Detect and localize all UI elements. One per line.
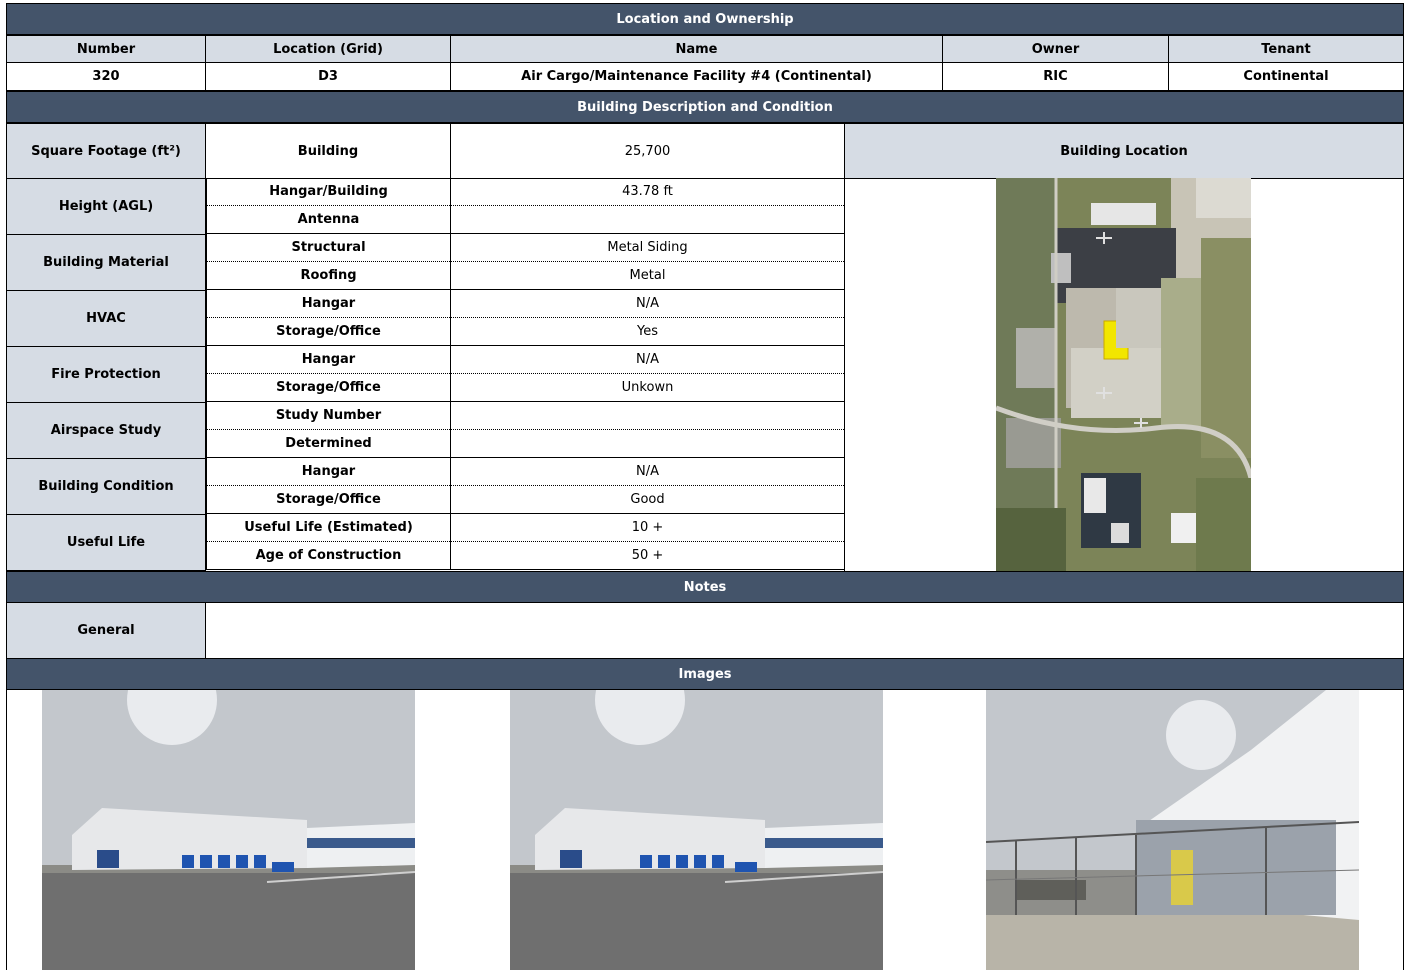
- row-sub-label: Structural: [206, 234, 450, 262]
- facility-photo-1: [42, 690, 415, 970]
- row-value: N/A: [450, 458, 844, 486]
- facility-photo-2: [510, 690, 883, 970]
- row-value: 50 +: [450, 542, 844, 570]
- row-value: Yes: [450, 318, 844, 346]
- row-value: 43.78 ft: [450, 178, 844, 206]
- section-header-images: Images: [6, 658, 1404, 690]
- row-value: 10 +: [450, 514, 844, 542]
- row-value: Unkown: [450, 374, 844, 402]
- row-sub-label: Hangar: [206, 458, 450, 486]
- row-value: Metal: [450, 262, 844, 290]
- row-sub-label: Roofing: [206, 262, 450, 290]
- col-header-name: Name: [450, 35, 943, 63]
- row-value: [450, 402, 844, 430]
- row-label: Building Material: [6, 234, 206, 291]
- value-owner: RIC: [942, 62, 1169, 91]
- value-number: 320: [6, 62, 206, 91]
- row-label: Building Condition: [6, 458, 206, 515]
- row-label: Height (AGL): [6, 178, 206, 235]
- row-sub-label: Determined: [206, 430, 450, 458]
- row-value: [450, 430, 844, 458]
- label-general: General: [6, 602, 206, 659]
- row-sub-label: Storage/Office: [206, 374, 450, 402]
- col-header-number: Number: [6, 35, 206, 63]
- section-header-notes: Notes: [6, 571, 1404, 603]
- row-label: Useful Life: [6, 514, 206, 571]
- col-header-owner: Owner: [942, 35, 1169, 63]
- row-sub-label: Hangar: [206, 290, 450, 318]
- label-square-footage: Square Footage (ft²): [6, 123, 206, 179]
- row-value: Good: [450, 486, 844, 514]
- section-header-description: Building Description and Condition: [6, 91, 1404, 123]
- col-header-location-grid: Location (Grid): [205, 35, 451, 63]
- row-value: N/A: [450, 346, 844, 374]
- section-header-location: Location and Ownership: [6, 3, 1404, 35]
- value-square-footage: 25,700: [450, 123, 845, 179]
- building-location-label: Building Location: [844, 123, 1404, 179]
- col-header-tenant: Tenant: [1168, 35, 1404, 63]
- row-sub-label: Age of Construction: [206, 542, 450, 570]
- row-sub-label: Storage/Office: [206, 486, 450, 514]
- row-sub-label: Hangar: [206, 346, 450, 374]
- facility-photo-3: [986, 690, 1359, 970]
- row-value: Metal Siding: [450, 234, 844, 262]
- value-name: Air Cargo/Maintenance Facility #4 (Conti…: [450, 62, 943, 91]
- row-sub-label: Antenna: [206, 206, 450, 234]
- sub-building: Building: [205, 123, 451, 179]
- row-label: Airspace Study: [6, 402, 206, 459]
- row-label: Fire Protection: [6, 346, 206, 403]
- row-sub-label: Study Number: [206, 402, 450, 430]
- row-sub-label: Useful Life (Estimated): [206, 514, 450, 542]
- row-label: HVAC: [6, 290, 206, 347]
- value-tenant: Continental: [1168, 62, 1404, 91]
- row-value: [450, 206, 844, 234]
- row-value: N/A: [450, 290, 844, 318]
- row-sub-label: Storage/Office: [206, 318, 450, 346]
- row-sub-label: Hangar/Building: [206, 178, 450, 206]
- value-general-notes: [205, 602, 1404, 659]
- aerial-map-image: [996, 178, 1251, 571]
- value-location-grid: D3: [205, 62, 451, 91]
